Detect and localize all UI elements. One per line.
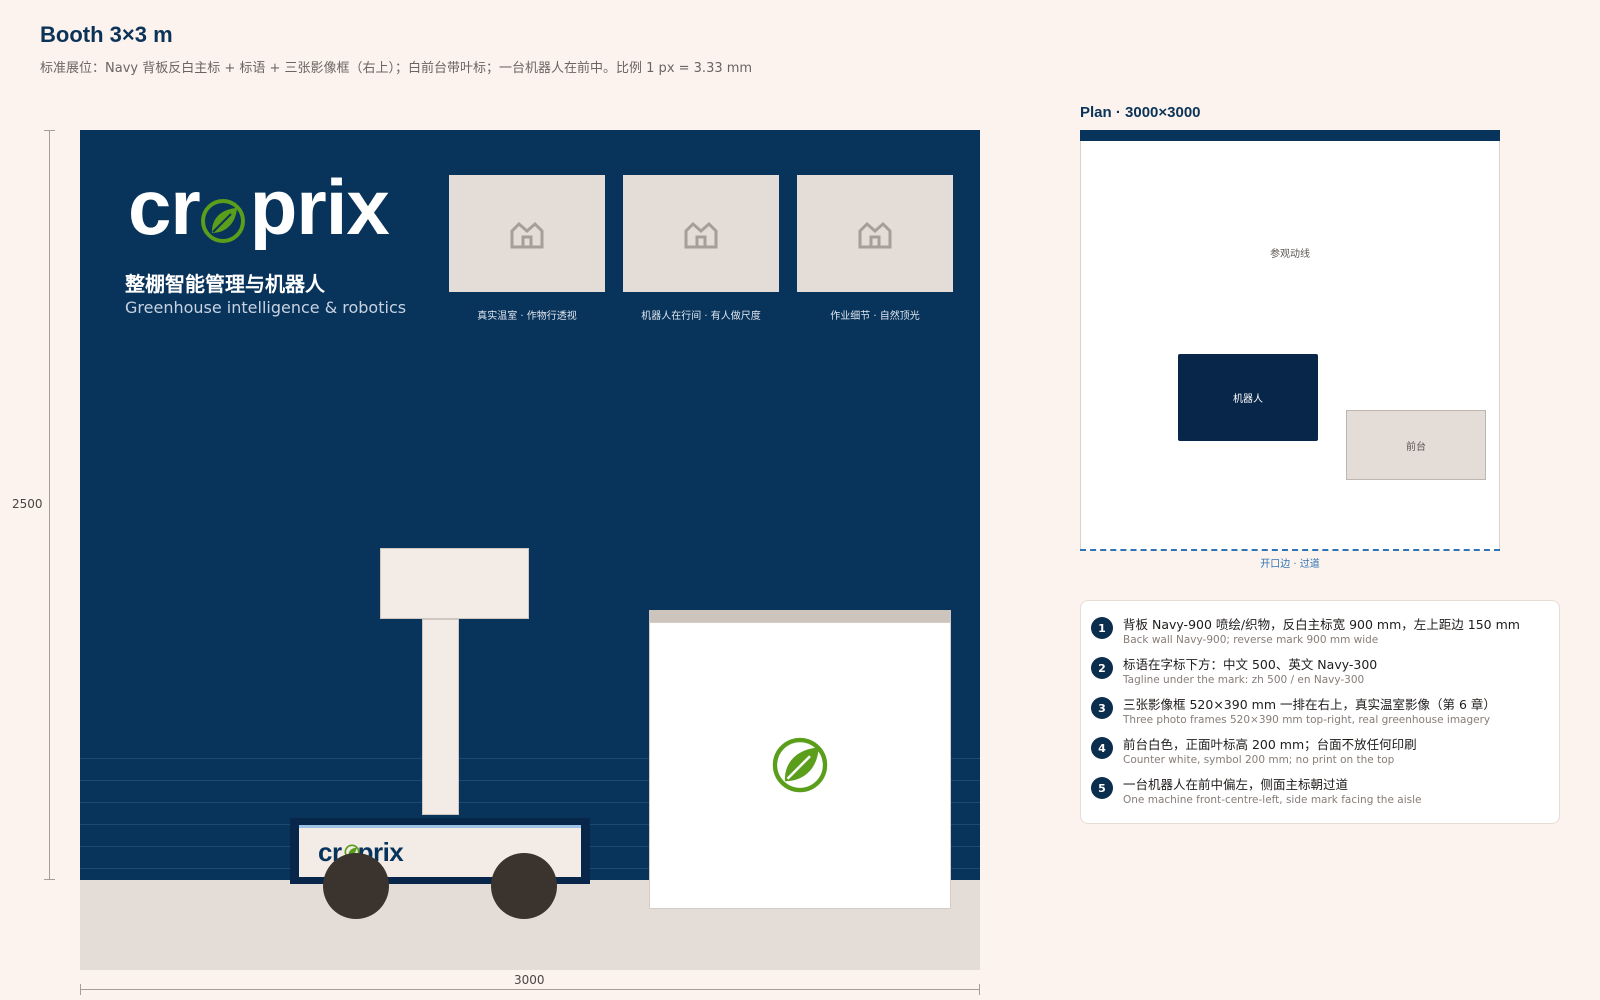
- wall-logo-text-start: cr: [128, 163, 201, 251]
- note-text-zh: 标语在字标下方：中文 500、英文 Navy-300: [1123, 657, 1378, 672]
- width-dimension-label: 3000: [514, 973, 545, 987]
- counter-top: [649, 610, 951, 622]
- note-text-zh: 一台机器人在前中偏左，侧面主标朝过道: [1123, 777, 1349, 792]
- note-text-en: Three photo frames 520×390 mm top-right,…: [1123, 714, 1491, 726]
- photo-caption-2: 机器人在行间 · 有人做尺度: [641, 311, 761, 322]
- page-subtitle: 标准展位：Navy 背板反白主标 + 标语 + 三张影像框（右上）；白前台带叶标…: [40, 61, 753, 76]
- width-dimension-tick-left: [80, 984, 81, 995]
- note-text-en: Counter white, symbol 200 mm; no print o…: [1123, 754, 1395, 766]
- tagline-english: Greenhouse intelligence & robotics: [125, 298, 407, 317]
- plan-back-wall: [1080, 130, 1500, 141]
- note-text-en: Tagline under the mark: zh 500 / en Navy…: [1123, 674, 1365, 686]
- photo-frame-3: [797, 175, 953, 292]
- plan-counter: 前台: [1346, 410, 1486, 480]
- note-number: 4: [1091, 737, 1113, 759]
- counter-leaf-icon: [772, 737, 828, 793]
- plan-open-side-line: [1080, 549, 1500, 551]
- photo-frame-1: [449, 175, 605, 292]
- note-text-zh: 三张影像框 520×390 mm 一排在右上，真实温室影像（第 6 章）: [1123, 697, 1496, 712]
- width-dimension-tick-right: [979, 984, 980, 995]
- notes-panel: 1 背板 Navy-900 喷绘/织物，反白主标宽 900 mm，左上距边 15…: [1080, 600, 1560, 824]
- photo-frame-2: [623, 175, 779, 292]
- greenhouse-icon: [510, 221, 544, 249]
- plan-robot: 机器人: [1178, 354, 1318, 441]
- note-number: 5: [1091, 777, 1113, 799]
- note-text-en: One machine front-centre-left, side mark…: [1123, 794, 1422, 806]
- robot-pole: [422, 619, 459, 815]
- page-title: Booth 3×3 m: [40, 22, 173, 47]
- plan-area: [1080, 130, 1500, 550]
- plan-title: Plan · 3000×3000: [1080, 104, 1201, 121]
- plan-visitor-flow-label: 参观动线: [1270, 249, 1310, 260]
- robot-screen: [380, 548, 529, 619]
- tagline-chinese: 整棚智能管理与机器人: [125, 272, 325, 296]
- note-text-en: Back wall Navy-900; reverse mark 900 mm …: [1123, 634, 1379, 646]
- note-number: 1: [1091, 617, 1113, 639]
- robot-wheel-right: [491, 853, 557, 919]
- wall-logo: cr prix: [128, 168, 390, 246]
- plan-open-side-label: 开口边 · 过道: [1260, 559, 1320, 570]
- height-dimension-tick-top: [44, 130, 55, 131]
- height-dimension-tick-bottom: [44, 879, 55, 880]
- photo-caption-1: 真实温室 · 作物行透视: [477, 311, 577, 322]
- leaf-icon: [201, 199, 245, 243]
- robot-wheel-left: [323, 853, 389, 919]
- height-dimension-label: 2500: [12, 497, 43, 511]
- greenhouse-icon: [684, 221, 718, 249]
- photo-caption-3: 作业细节 · 自然顶光: [830, 311, 920, 322]
- width-dimension-line: [80, 989, 980, 990]
- note-number: 3: [1091, 697, 1113, 719]
- greenhouse-icon: [858, 221, 892, 249]
- note-text-zh: 前台白色，正面叶标高 200 mm；台面不放任何印刷: [1123, 737, 1417, 752]
- note-number: 2: [1091, 657, 1113, 679]
- reception-counter: [649, 622, 951, 909]
- height-dimension-line: [49, 130, 50, 880]
- wall-logo-text-end: prix: [249, 163, 390, 251]
- note-text-zh: 背板 Navy-900 喷绘/织物，反白主标宽 900 mm，左上距边 150 …: [1123, 617, 1520, 632]
